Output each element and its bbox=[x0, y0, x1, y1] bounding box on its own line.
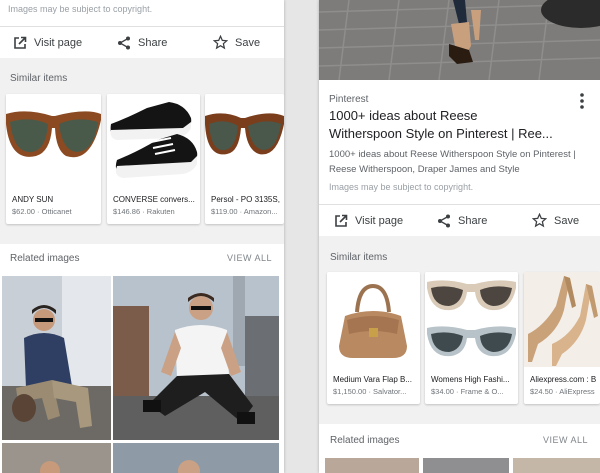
item-name: Medium Vara Flap B... bbox=[333, 375, 412, 384]
copyright-notice: Images may be subject to copyright. bbox=[329, 182, 474, 192]
similar-item-card[interactable]: ANDY SUN $62.00 · Otticanet bbox=[6, 94, 101, 224]
sunglasses-image bbox=[205, 94, 284, 189]
source-name: Pinterest bbox=[329, 94, 369, 105]
main-image[interactable] bbox=[319, 0, 600, 80]
result-details: Pinterest 1000+ ideas about Reese Wither… bbox=[319, 80, 600, 204]
related-image[interactable] bbox=[113, 276, 279, 440]
item-price-store: $62.00 · Otticanet bbox=[12, 207, 72, 216]
related-image[interactable] bbox=[513, 458, 600, 473]
item-price-store: $146.86 · Rakuten bbox=[113, 207, 175, 216]
related-images-title: Related images bbox=[10, 253, 80, 264]
related-images-title: Related images bbox=[330, 435, 400, 446]
sunglasses-image bbox=[6, 94, 101, 189]
similar-item-card[interactable]: Medium Vara Flap B... $1,150.00 · Salvat… bbox=[327, 272, 420, 404]
item-name: Womens High Fashi... bbox=[431, 375, 510, 384]
share-icon bbox=[438, 214, 450, 227]
related-image[interactable] bbox=[2, 443, 111, 473]
right-result-panel: Pinterest 1000+ ideas about Reese Wither… bbox=[319, 0, 600, 473]
share-button[interactable]: Share bbox=[437, 214, 487, 228]
similar-item-card[interactable]: Aliexpress.com : B $24.50 · AliExpress bbox=[524, 272, 600, 404]
copyright-area: Images may be subject to copyright. bbox=[0, 0, 284, 26]
action-bar: Visit page Share Save bbox=[0, 26, 284, 58]
similar-item-card[interactable]: CONVERSE convers... $146.86 · Rakuten bbox=[107, 94, 200, 224]
result-title[interactable]: 1000+ ideas about Reese Witherspoon Styl… bbox=[329, 107, 554, 143]
save-button[interactable]: Save bbox=[213, 35, 260, 50]
related-image[interactable] bbox=[423, 458, 509, 473]
view-all-link[interactable]: VIEW ALL bbox=[227, 253, 272, 263]
save-label: Save bbox=[554, 214, 580, 227]
visit-page-button[interactable]: Visit page bbox=[13, 36, 82, 50]
item-price-store: $119.00 · Amazon... bbox=[211, 207, 278, 216]
save-button[interactable]: Save bbox=[532, 213, 579, 228]
more-options-icon[interactable] bbox=[579, 93, 585, 114]
similar-item-card[interactable]: Persol - PO 3135S, $119.00 · Amazon... bbox=[205, 94, 284, 224]
left-result-panel: Images may be subject to copyright. Visi… bbox=[0, 0, 284, 473]
result-description: 1000+ ideas about Reese Witherspoon Styl… bbox=[329, 149, 576, 175]
save-label: Save bbox=[235, 36, 261, 49]
handbag-image bbox=[327, 272, 420, 367]
item-price-store: $24.50 · AliExpress bbox=[530, 387, 595, 396]
sunglasses-pair-image bbox=[425, 272, 518, 367]
similar-items-title: Similar items bbox=[330, 252, 388, 263]
similar-items-title: Similar items bbox=[10, 73, 68, 84]
share-label: Share bbox=[458, 214, 488, 227]
item-price-store: $1,150.00 · Salvator... bbox=[333, 387, 407, 396]
copyright-notice: Images may be subject to copyright. bbox=[8, 4, 153, 14]
open-external-icon bbox=[14, 36, 27, 49]
item-name: Persol - PO 3135S, bbox=[211, 195, 280, 204]
visit-page-label: Visit page bbox=[355, 214, 404, 227]
share-button[interactable]: Share bbox=[117, 36, 167, 50]
item-name: CONVERSE convers... bbox=[113, 195, 195, 204]
related-image[interactable] bbox=[325, 458, 419, 473]
item-name: Aliexpress.com : B bbox=[530, 375, 597, 384]
similar-item-card[interactable]: Womens High Fashi... $34.00 · Frame & O.… bbox=[425, 272, 518, 404]
view-all-link[interactable]: VIEW ALL bbox=[543, 435, 588, 445]
sneakers-image bbox=[107, 94, 200, 189]
open-external-icon bbox=[335, 214, 348, 227]
item-price-store: $34.00 · Frame & O... bbox=[431, 387, 504, 396]
visit-page-button[interactable]: Visit page bbox=[334, 214, 403, 228]
share-icon bbox=[118, 36, 130, 49]
star-icon bbox=[213, 35, 228, 50]
related-image[interactable] bbox=[2, 276, 111, 440]
related-image[interactable] bbox=[113, 443, 279, 473]
heels-image bbox=[524, 272, 600, 367]
visit-page-label: Visit page bbox=[34, 36, 83, 49]
action-bar: Visit page Share Save bbox=[319, 204, 600, 236]
star-icon bbox=[532, 213, 547, 228]
item-name: ANDY SUN bbox=[12, 195, 54, 204]
share-label: Share bbox=[138, 36, 168, 49]
